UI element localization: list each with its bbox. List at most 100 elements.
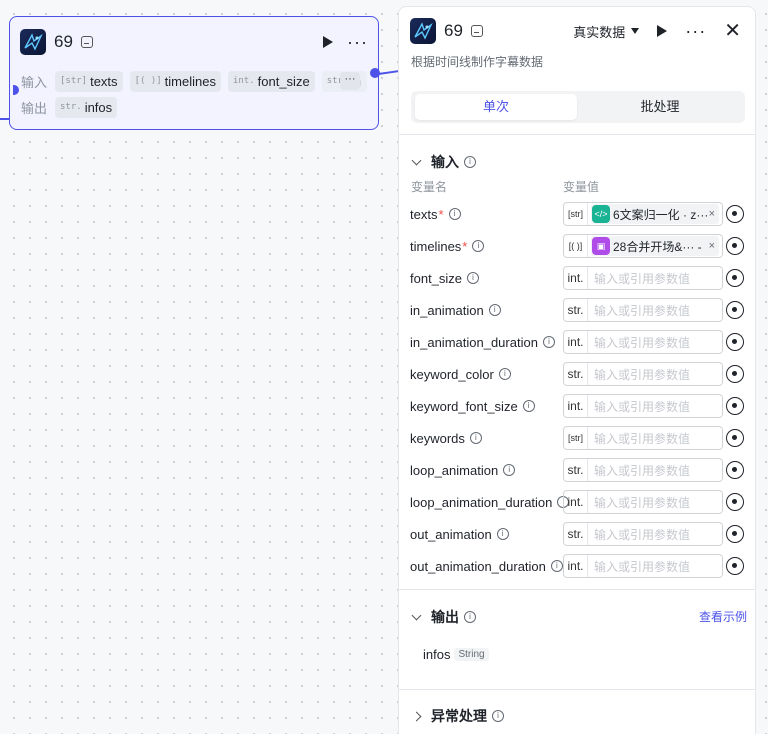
required-marker: * xyxy=(438,206,444,222)
info-icon[interactable]: i xyxy=(492,710,504,722)
plugin-type-icon xyxy=(80,36,93,48)
chevron-down-icon xyxy=(631,28,640,34)
reference-picker-icon[interactable] xyxy=(726,429,744,447)
reference-picker-icon[interactable] xyxy=(726,365,744,383)
type-indicator: int. xyxy=(564,555,588,577)
reference-picker-icon[interactable] xyxy=(726,461,744,479)
param-value-input[interactable]: int. 输入或引用参数值 xyxy=(563,266,723,290)
param-name: keyword_font_size i xyxy=(410,399,535,414)
param-name: out_animation_duration i xyxy=(410,559,563,574)
param-value-input[interactable]: str. 输入或引用参数值 xyxy=(563,458,723,482)
output-section-header[interactable]: 输出 i xyxy=(411,607,476,627)
plugin-logo-icon xyxy=(20,29,46,55)
reference-picker-icon[interactable] xyxy=(726,493,744,511)
outputs-label: 输出 xyxy=(21,100,48,116)
run-node-icon[interactable] xyxy=(657,25,668,37)
info-icon[interactable]: i xyxy=(469,432,482,444)
remove-reference-icon[interactable]: × xyxy=(709,240,715,252)
input-placeholder: 输入或引用参数值 xyxy=(594,303,691,318)
reference-picker-icon[interactable] xyxy=(726,269,744,287)
panel-more-icon[interactable]: ··· xyxy=(685,22,706,40)
reference-chip[interactable]: </> 6文案归一化 · z··· × xyxy=(591,204,719,224)
node-title: 69 xyxy=(54,32,73,51)
type-indicator: int. xyxy=(564,395,588,417)
param-row: in_animation_duration i int. 输入或引用参数值 xyxy=(410,330,746,354)
panel-header: 69 真实数据 ··· ✕ xyxy=(410,17,741,45)
param-value-input[interactable]: int. 输入或引用参数值 xyxy=(563,394,723,418)
info-icon[interactable]: i xyxy=(467,272,480,284)
output-item: infos String xyxy=(423,647,489,662)
param-row: out_animation i str. 输入或引用参数值 xyxy=(410,522,746,546)
param-value-input[interactable]: int. 输入或引用参数值 xyxy=(563,490,723,514)
remove-reference-icon[interactable]: × xyxy=(709,208,715,220)
view-example-link[interactable]: 查看示例 xyxy=(699,608,747,625)
info-icon[interactable]: i xyxy=(522,400,535,412)
node-more-icon[interactable]: ··· xyxy=(347,33,368,51)
chevron-down-icon xyxy=(411,155,422,165)
info-icon[interactable]: i xyxy=(464,156,476,168)
workflow-node-card[interactable]: 69 ··· 输入 [str] texts [( )] timelines int.… xyxy=(9,16,380,130)
info-icon[interactable]: i xyxy=(488,304,501,316)
reference-value-field[interactable]: [( )] ▣ 28合并开场&··· - × xyxy=(563,234,723,258)
reference-picker-icon[interactable] xyxy=(726,557,744,575)
type-indicator: str. xyxy=(564,299,588,321)
type-indicator: str. xyxy=(564,523,588,545)
reference-chip[interactable]: ▣ 28合并开场&··· - × xyxy=(591,236,719,256)
input-placeholder: 输入或引用参数值 xyxy=(594,335,691,350)
param-value-input[interactable]: int. 输入或引用参数值 xyxy=(563,330,723,354)
run-node-icon[interactable] xyxy=(323,36,334,48)
param-name: loop_animation_duration i xyxy=(410,495,570,510)
param-row: loop_animation_duration i int. 输入或引用参数值 xyxy=(410,490,746,514)
input-placeholder: 输入或引用参数值 xyxy=(594,431,691,446)
node-outputs-row: 输出 str. infos xyxy=(21,96,124,118)
info-icon[interactable]: i xyxy=(542,336,555,348)
reference-picker-icon[interactable] xyxy=(726,301,744,319)
info-icon[interactable]: i xyxy=(496,528,509,540)
input-placeholder: 输入或引用参数值 xyxy=(594,367,691,382)
info-icon[interactable]: i xyxy=(464,611,476,623)
column-header-value: 变量值 xyxy=(563,180,600,194)
chevron-right-icon xyxy=(411,711,422,721)
reference-picker-icon[interactable] xyxy=(726,333,744,351)
node-config-panel: 69 真实数据 ··· ✕ 根据时间线制作字幕数据 单次 批处理 输入 i 变量… xyxy=(398,6,756,734)
node-ref-icon: ▣ xyxy=(592,237,610,255)
param-row: keyword_color i str. 输入或引用参数值 xyxy=(410,362,746,386)
node-description: 根据时间线制作字幕数据 xyxy=(411,55,544,69)
data-mode-dropdown[interactable]: 真实数据 xyxy=(573,22,640,41)
tab-single[interactable]: 单次 xyxy=(415,94,577,120)
input-param-tag: [( )] timelines xyxy=(129,70,221,92)
reference-picker-icon[interactable] xyxy=(726,237,744,255)
param-row: in_animation i str. 输入或引用参数值 xyxy=(410,298,746,322)
param-value-input[interactable]: str. 输入或引用参数值 xyxy=(563,298,723,322)
info-icon[interactable]: i xyxy=(498,368,511,380)
type-indicator: [str] xyxy=(564,203,588,225)
param-value-input[interactable]: int. 输入或引用参数值 xyxy=(563,554,723,578)
param-row: keyword_font_size i int. 输入或引用参数值 xyxy=(410,394,746,418)
param-name: out_animation i xyxy=(410,527,509,542)
reference-value-field[interactable]: [str] </> 6文案归一化 · z··· × xyxy=(563,202,723,226)
close-icon[interactable]: ✕ xyxy=(724,21,741,41)
reference-picker-icon[interactable] xyxy=(726,397,744,415)
exception-section-header[interactable]: 异常处理 i xyxy=(411,706,504,726)
param-value-input[interactable]: [str] 输入或引用参数值 xyxy=(563,426,723,450)
input-section-header[interactable]: 输入 i xyxy=(411,152,476,172)
param-value-input[interactable]: str. 输入或引用参数值 xyxy=(563,362,723,386)
plugin-type-icon xyxy=(470,25,483,37)
tab-batch[interactable]: 批处理 xyxy=(579,94,741,120)
input-port[interactable] xyxy=(13,85,19,95)
info-icon[interactable]: i xyxy=(550,560,563,572)
info-icon[interactable]: i xyxy=(448,208,461,220)
reference-picker-icon[interactable] xyxy=(726,525,744,543)
param-row: loop_animation i str. 输入或引用参数值 xyxy=(410,458,746,482)
param-name: loop_animation i xyxy=(410,463,516,478)
param-row: font_size i int. 输入或引用参数值 xyxy=(410,266,746,290)
param-row: out_animation_duration i int. 输入或引用参数值 xyxy=(410,554,746,578)
reference-picker-icon[interactable] xyxy=(726,205,744,223)
info-icon[interactable]: i xyxy=(503,464,516,476)
more-params-button[interactable]: ··· xyxy=(340,72,360,90)
output-param-tag: str. infos xyxy=(55,96,118,118)
param-value-input[interactable]: str. 输入或引用参数值 xyxy=(563,522,723,546)
param-name: in_animation i xyxy=(410,303,501,318)
output-port[interactable] xyxy=(370,68,380,78)
info-icon[interactable]: i xyxy=(472,240,485,252)
